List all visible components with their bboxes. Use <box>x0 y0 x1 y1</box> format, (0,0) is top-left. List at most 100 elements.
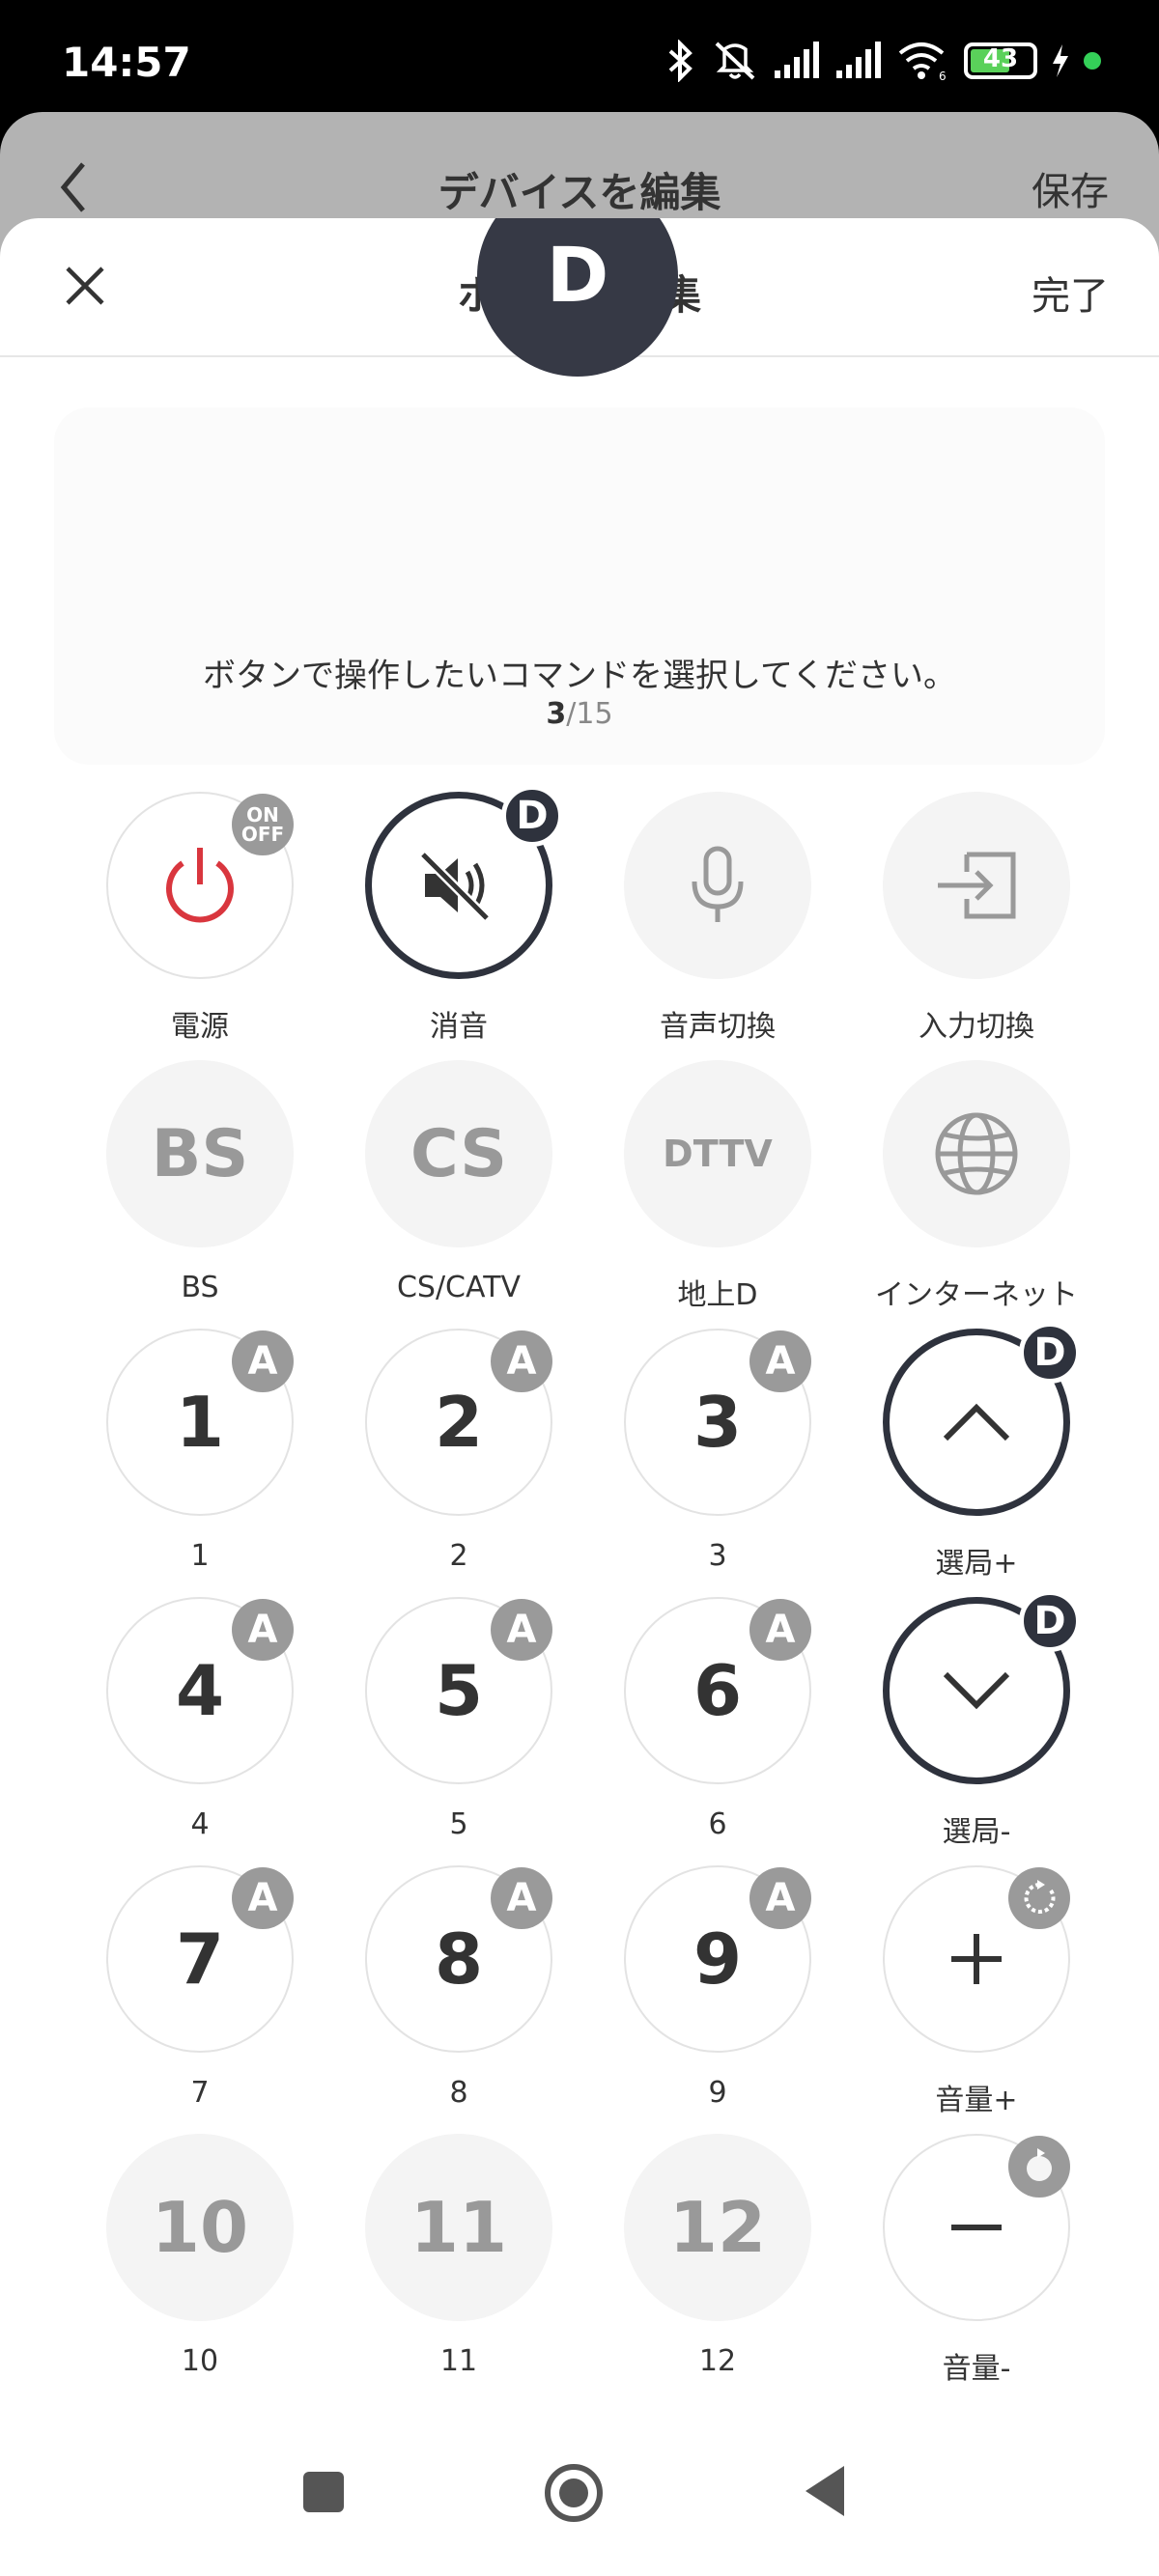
command-dttv[interactable]: DTTV 地上D <box>612 1060 811 1312</box>
home-icon[interactable] <box>543 2462 605 2524</box>
dttv-button[interactable]: DTTV <box>624 1060 811 1247</box>
voice-switch-button[interactable] <box>624 792 811 979</box>
volume-down-button[interactable] <box>883 2134 1070 2321</box>
command-12[interactable]: 12 12 <box>612 2134 811 2385</box>
command-3[interactable]: 3A 3 <box>612 1329 811 1580</box>
progress-current: 3 <box>546 697 567 731</box>
command-label: 消音 <box>430 1010 488 1044</box>
status-time: 14:57 <box>62 39 191 86</box>
assigned-a-badge: A <box>232 1599 294 1661</box>
number-3-button[interactable]: 3A <box>624 1329 811 1516</box>
dttv-text: DTTV <box>663 1133 773 1175</box>
mute-icon <box>419 851 491 922</box>
command-8[interactable]: 8A 8 <box>353 1865 552 2116</box>
system-nav-bar <box>0 2404 1159 2576</box>
number-10-button[interactable]: 10 <box>106 2134 294 2321</box>
command-power[interactable]: ON OFF 電源 <box>95 792 294 1044</box>
command-voice-switch[interactable]: 音声切換 <box>612 792 811 1044</box>
bs-button[interactable]: BS <box>106 1060 294 1247</box>
parent-title: デバイスを編集 <box>438 169 721 216</box>
channel-up-button[interactable]: D <box>883 1322 1081 1516</box>
number-8-button[interactable]: 8A <box>365 1865 552 2053</box>
command-input-switch[interactable]: 入力切換 <box>871 792 1070 1044</box>
progress-total: 15 <box>576 697 613 731</box>
instruction-text: ボタンで操作したいコマンドを選択してください。 <box>203 657 956 695</box>
command-7[interactable]: 7A 7 <box>95 1865 294 2116</box>
back-nav-icon[interactable] <box>802 2464 846 2518</box>
command-label: 11 <box>439 2344 478 2378</box>
command-volume-up[interactable]: 音量+ <box>871 1865 1070 2117</box>
assigned-d-badge: D <box>1019 1322 1081 1384</box>
number-6-button[interactable]: 6A <box>624 1597 811 1784</box>
svg-text:6: 6 <box>939 70 947 82</box>
minus-icon <box>951 2225 1002 2230</box>
save-button[interactable]: 保存 <box>1032 160 1109 216</box>
number-7-button[interactable]: 7A <box>106 1865 294 2053</box>
signal-icon-2 <box>836 42 881 78</box>
volume-up-button[interactable] <box>883 1865 1070 2053</box>
cs-text: CS <box>410 1115 508 1192</box>
command-bs[interactable]: BS BS <box>95 1060 294 1311</box>
channel-down-button[interactable]: D <box>883 1590 1081 1784</box>
number-5-button[interactable]: 5A <box>365 1597 552 1784</box>
number-9-button[interactable]: 9A <box>624 1865 811 2053</box>
plus-icon <box>951 1934 1002 1984</box>
assigned-d-badge: D <box>501 785 563 847</box>
number-11-button[interactable]: 11 <box>365 2134 552 2321</box>
cs-button[interactable]: CS <box>365 1060 552 1247</box>
command-label: インターネット <box>875 1278 1078 1312</box>
command-2[interactable]: 2A 2 <box>353 1329 552 1580</box>
command-cs[interactable]: CS CS/CATV <box>353 1060 552 1311</box>
learning-icon <box>1008 2136 1070 2198</box>
learning-icon <box>1008 1867 1070 1929</box>
command-label: 7 <box>190 2076 210 2110</box>
number-2-button[interactable]: 2A <box>365 1329 552 1516</box>
progress-indicator: 3/15 <box>0 697 1159 731</box>
command-label: 1 <box>190 1539 210 1573</box>
assigned-a-badge: A <box>749 1599 811 1661</box>
status-icons: 6 43 <box>664 37 1101 85</box>
command-label: 音量- <box>942 2352 1011 2386</box>
number-12-button[interactable]: 12 <box>624 2134 811 2321</box>
battery-icon: 43 <box>964 42 1037 79</box>
command-label: 5 <box>449 1807 468 1841</box>
command-channel-down[interactable]: D 選局- <box>871 1590 1081 1849</box>
edit-button-sheet: ボタンを編集 完了 D ボタンで操作したいコマンドを選択してください。 3/15… <box>0 218 1159 2576</box>
command-volume-down[interactable]: 音量- <box>871 2134 1070 2386</box>
command-9[interactable]: 9A 9 <box>612 1865 811 2116</box>
command-label: 4 <box>190 1807 210 1841</box>
done-button[interactable]: 完了 <box>1032 265 1109 321</box>
command-channel-up[interactable]: D 選局+ <box>871 1322 1081 1581</box>
command-4[interactable]: 4A 4 <box>95 1597 294 1848</box>
number-1-button[interactable]: 1A <box>106 1329 294 1516</box>
assigned-a-badge: A <box>491 1330 552 1392</box>
number-text: 12 <box>668 2187 767 2268</box>
assigned-d-badge: D <box>1019 1590 1081 1652</box>
assigned-a-badge: A <box>491 1599 552 1661</box>
assigned-a-badge: A <box>491 1867 552 1929</box>
number-text: 10 <box>151 2187 249 2268</box>
command-mute[interactable]: D 消音 <box>353 785 563 1044</box>
command-1[interactable]: 1A 1 <box>95 1329 294 1580</box>
command-6[interactable]: 6A 6 <box>612 1597 811 1848</box>
command-10[interactable]: 10 10 <box>95 2134 294 2385</box>
chevron-down-icon <box>943 1671 1010 1710</box>
command-label: 12 <box>698 2344 737 2378</box>
bluetooth-icon <box>668 40 693 82</box>
command-label: 9 <box>708 2076 727 2110</box>
command-label: 6 <box>708 1807 727 1841</box>
command-11[interactable]: 11 11 <box>353 2134 552 2385</box>
command-5[interactable]: 5A 5 <box>353 1597 552 1848</box>
command-internet[interactable]: インターネット <box>871 1060 1078 1312</box>
mute-button[interactable]: D <box>365 785 563 979</box>
command-label: 10 <box>181 2344 219 2378</box>
input-switch-button[interactable] <box>883 792 1070 979</box>
number-text: 6 <box>693 1650 743 1731</box>
mute-vibrate-icon <box>715 42 755 80</box>
assigned-a-badge: A <box>749 1330 811 1392</box>
power-button[interactable]: ON OFF <box>106 792 294 979</box>
recent-apps-icon[interactable] <box>301 2470 346 2514</box>
assigned-a-badge: A <box>232 1330 294 1392</box>
number-4-button[interactable]: 4A <box>106 1597 294 1784</box>
internet-button[interactable] <box>883 1060 1070 1247</box>
